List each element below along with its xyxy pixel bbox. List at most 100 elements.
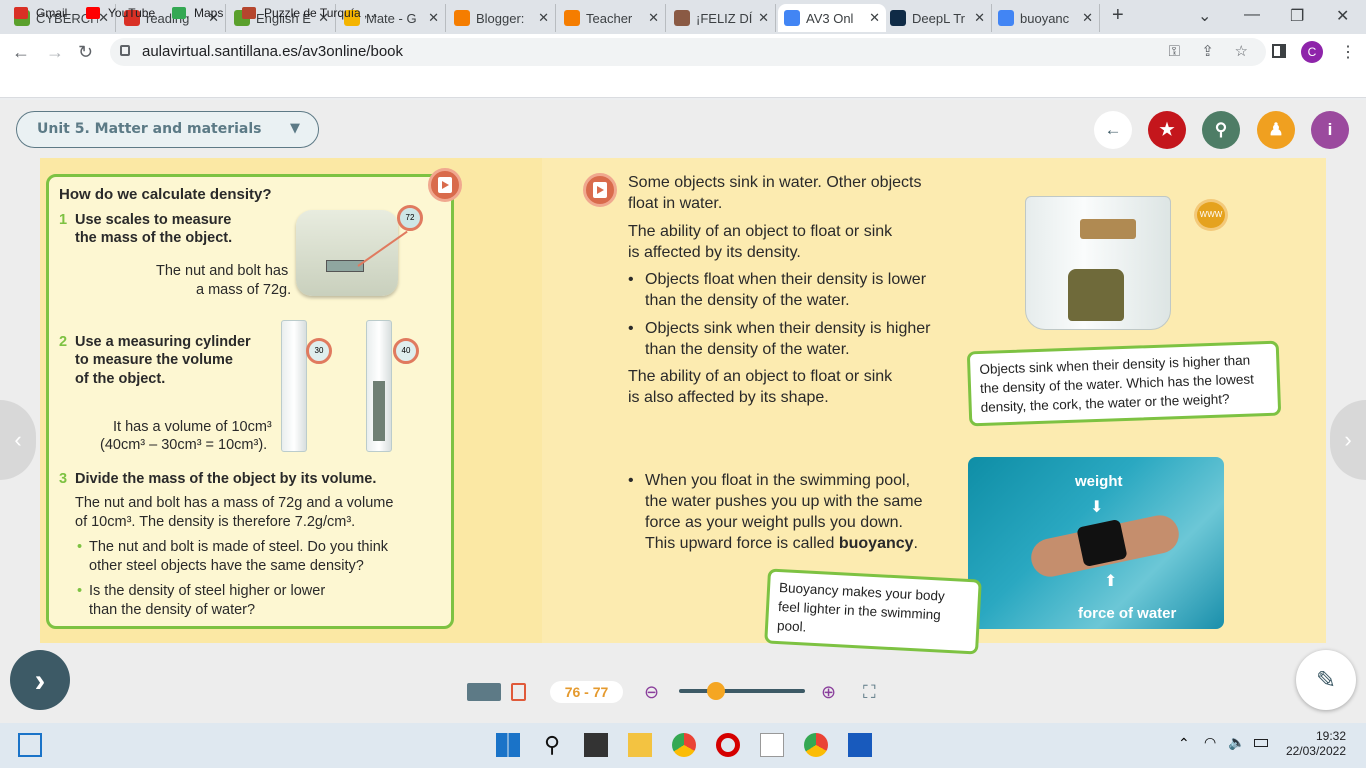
tab-label: AV3 Onl <box>806 10 854 26</box>
shape-text-2: is also affected by its shape. <box>628 389 829 406</box>
close-tab-icon[interactable]: ✕ <box>974 10 985 26</box>
bookmark-label: Puzzle de Turquía ,... <box>264 6 378 20</box>
ability-text: The ability of an object to float or sin… <box>628 223 893 240</box>
image-icon <box>674 10 690 26</box>
bookmark-item[interactable]: YouTube <box>86 6 155 20</box>
bookmark-item[interactable]: Maps <box>172 6 223 20</box>
profile-avatar[interactable]: C <box>1301 41 1323 63</box>
question-1: The nut and bolt is made of steel. Do yo… <box>89 539 389 555</box>
intro-text: Some objects sink in water. Other object… <box>628 174 922 191</box>
bookmark-item[interactable]: Puzzle de Turquía ,... <box>242 6 377 20</box>
play-video-button[interactable] <box>428 168 462 202</box>
forward-icon[interactable]: → <box>46 42 64 63</box>
close-tab-icon[interactable]: ✕ <box>428 10 439 26</box>
back-arrow-button[interactable]: ← <box>1094 111 1132 149</box>
opera-icon[interactable] <box>716 733 740 757</box>
tab-5[interactable]: Teacher ✕ <box>558 4 666 32</box>
panel-heading: How do we calculate density? <box>59 186 272 203</box>
bookmark-label: YouTube <box>108 6 156 20</box>
page-number-field[interactable]: 76 - 77 <box>550 681 623 703</box>
play-audio-button[interactable] <box>583 173 617 207</box>
tab-label: ¡FELIZ DÍ <box>696 10 753 26</box>
intro-text-2: float in water. <box>628 195 723 212</box>
search-icon[interactable]: ⚲ <box>540 732 564 757</box>
terminal-icon[interactable] <box>584 733 608 757</box>
menu-icon[interactable]: ⋮ <box>1340 42 1356 62</box>
reload-icon[interactable]: ↻ <box>78 42 93 63</box>
resources-button[interactable]: ♟ <box>1257 111 1295 149</box>
tray-chevron-icon[interactable]: ⌃ <box>1178 735 1190 752</box>
pencil-icon[interactable]: ✎ <box>1296 650 1356 710</box>
word-icon[interactable] <box>848 733 872 757</box>
double-page-view-icon[interactable] <box>467 683 501 701</box>
unit-selector[interactable]: Unit 5. Matter and materials ▼ <box>16 111 319 148</box>
close-tab-icon[interactable]: ✕ <box>648 10 659 26</box>
fullscreen-icon[interactable]: ⛶ <box>863 682 876 703</box>
blogger-icon <box>454 10 470 26</box>
close-tab-icon[interactable]: ✕ <box>758 10 769 26</box>
close-tab-icon[interactable]: ✕ <box>538 10 549 26</box>
clock-date: 22/03/2022 <box>1285 744 1346 758</box>
restore-icon[interactable]: ❐ <box>1290 6 1304 26</box>
side-panel-icon[interactable] <box>1272 44 1286 58</box>
step3-paragraph-2: of 10cm³. The density is therefore 7.2g/… <box>75 514 356 530</box>
tab-8[interactable]: DeepL Tr ✕ <box>884 4 992 32</box>
key-icon[interactable]: ⚿ <box>1169 38 1180 66</box>
next-unit-button[interactable]: › <box>10 650 70 710</box>
system-clock[interactable]: 19:32 22/03/2022 <box>1286 729 1346 759</box>
tab-label: DeepL Tr <box>912 10 965 26</box>
bullet-dot: • <box>628 271 634 288</box>
zoom-slider-thumb[interactable] <box>707 682 725 700</box>
back-icon[interactable]: ← <box>12 42 30 63</box>
bullet-dot: • <box>77 583 83 599</box>
windows-start-icon[interactable] <box>496 733 520 757</box>
bookmark-label: Maps <box>194 6 224 20</box>
buoyancy-caption: Buoyancy makes your body feel lighter in… <box>764 568 982 655</box>
chrome-profile-icon[interactable] <box>804 733 828 757</box>
zoom-slider[interactable] <box>679 682 805 700</box>
close-tab-icon[interactable]: ✕ <box>869 10 880 26</box>
favorites-star-button[interactable]: ★ <box>1148 111 1186 149</box>
tab-6[interactable]: ¡FELIZ DÍ ✕ <box>668 4 776 32</box>
task-view-icon[interactable] <box>18 733 42 757</box>
volume-icon[interactable]: 🔈 <box>1228 734 1245 751</box>
single-page-view-icon[interactable] <box>511 683 526 701</box>
wifi-icon[interactable]: ◠ <box>1204 734 1216 751</box>
file-explorer-icon[interactable] <box>628 733 652 757</box>
chrome-icon[interactable] <box>672 733 696 757</box>
www-link-button[interactable]: WWW <box>1194 199 1228 231</box>
bookmark-item[interactable]: Gmail <box>14 6 67 20</box>
tab-label: Teacher <box>586 10 633 26</box>
close-window-icon[interactable]: ✕ <box>1336 6 1349 26</box>
new-tab-button[interactable]: + <box>1112 4 1124 27</box>
sink-bullet: Objects sink when their density is highe… <box>645 320 931 337</box>
volume-note: It has a volume of 10cm³ <box>113 419 272 435</box>
step1-text-2: the mass of the object. <box>75 230 233 246</box>
bookmarks-bar <box>0 70 1366 98</box>
battery-icon[interactable] <box>1254 739 1268 747</box>
search-button[interactable]: ⚲ <box>1202 111 1240 149</box>
puzzle-icon <box>242 7 256 19</box>
step1-text: Use scales to measure <box>75 212 232 228</box>
scale-zoom-badge: 72 <box>397 205 423 231</box>
notepad-icon[interactable] <box>760 733 784 757</box>
question-2: Is the density of steel higher or lower <box>89 583 326 599</box>
info-button[interactable]: i <box>1311 111 1349 149</box>
share-icon[interactable]: ⇪ <box>1201 38 1214 66</box>
tab-label: Blogger: <box>476 10 525 26</box>
pool-text-3: force as your weight pulls you down. <box>645 514 903 531</box>
address-bar[interactable]: aulavirtual.santillana.es/av3online/book… <box>110 38 1266 66</box>
tab-4[interactable]: Blogger: ✕ <box>448 4 556 32</box>
step1-number: 1 <box>59 212 68 228</box>
tab-search-icon[interactable]: ⌄ <box>1198 6 1211 26</box>
minimize-icon[interactable]: — <box>1244 6 1260 24</box>
bookmark-star-icon[interactable]: ☆ <box>1235 38 1248 66</box>
zoom-in-icon[interactable]: ⊕ <box>821 682 836 703</box>
close-tab-icon[interactable]: ✕ <box>1082 10 1093 26</box>
chrome-icon <box>784 10 800 26</box>
cylinder-2-zoom-badge: 40 <box>393 338 419 364</box>
tab-7[interactable]: AV3 Onl ✕ <box>778 4 886 32</box>
float-bullet-2: than the density of the water. <box>645 292 850 309</box>
zoom-out-icon[interactable]: ⊖ <box>644 682 659 703</box>
tab-9[interactable]: buoyanc ✕ <box>992 4 1100 32</box>
